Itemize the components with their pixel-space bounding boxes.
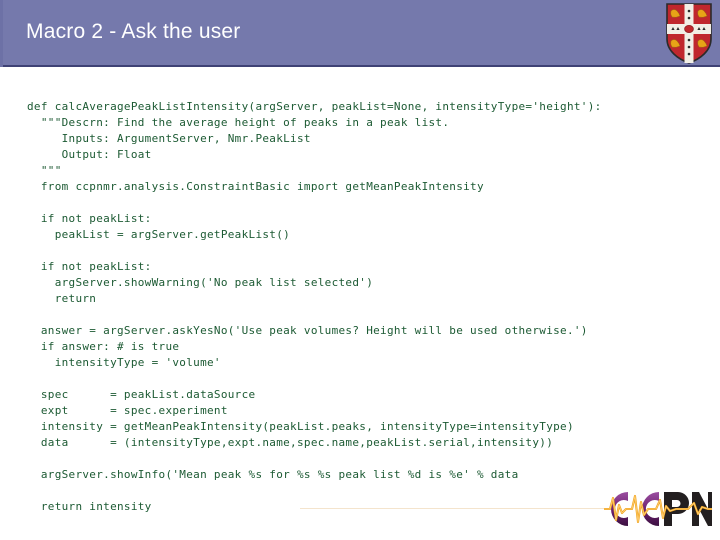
code-line: spec = peakList.dataSource — [27, 388, 256, 401]
code-line: Output: Float — [27, 148, 152, 161]
code-line: data = (intensityType,expt.name,spec.nam… — [27, 436, 554, 449]
python-code-listing: def calcAveragePeakListIntensity(argServ… — [27, 99, 697, 515]
code-line: if not peakList: — [27, 212, 152, 225]
slide-header-bar: Macro 2 - Ask the user — [0, 0, 720, 67]
page-title: Macro 2 - Ask the user — [26, 20, 241, 43]
code-line: return — [27, 292, 97, 305]
code-line: Inputs: ArgumentServer, Nmr.PeakList — [27, 132, 311, 145]
code-line: """ — [27, 164, 62, 177]
ccpn-logo — [604, 487, 712, 531]
ccpn-waveform-tail — [300, 508, 610, 509]
code-line: from ccpnmr.analysis.ConstraintBasic imp… — [27, 180, 484, 193]
code-line: """Descrn: Find the average height of pe… — [27, 116, 450, 129]
code-line: intensityType = 'volume' — [27, 356, 221, 369]
university-crest-icon — [666, 3, 712, 64]
code-line: answer = argServer.askYesNo('Use peak vo… — [27, 324, 588, 337]
code-line: argServer.showWarning('No peak list sele… — [27, 276, 374, 289]
code-line: def calcAveragePeakListIntensity(argServ… — [27, 100, 602, 113]
code-line: if answer: # is true — [27, 340, 180, 353]
code-line: if not peakList: — [27, 260, 152, 273]
code-line: argServer.showInfo('Mean peak %s for %s … — [27, 468, 519, 481]
code-line: peakList = argServer.getPeakList() — [27, 228, 291, 241]
code-line: expt = spec.experiment — [27, 404, 228, 417]
code-line: return intensity — [27, 500, 152, 513]
code-line: intensity = getMeanPeakIntensity(peakLis… — [27, 420, 574, 433]
